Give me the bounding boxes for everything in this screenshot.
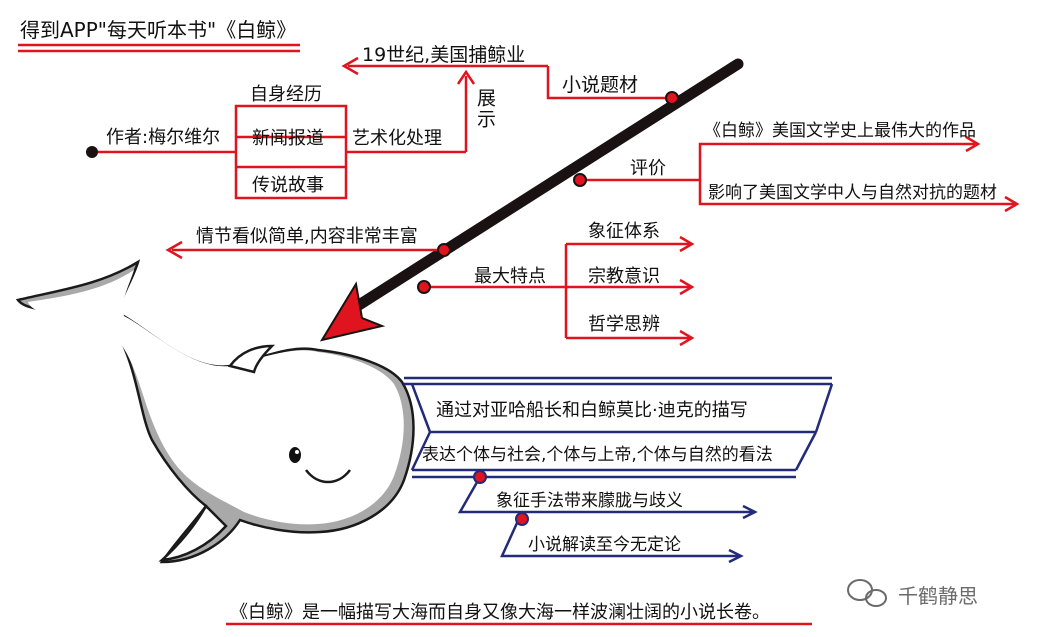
evaluation-label: 评价 (630, 158, 666, 179)
feature-item-2: 宗教意识 (588, 266, 660, 287)
show-label: 展示 (474, 88, 496, 130)
source-bottom-label: 传说故事 (252, 175, 324, 196)
wechat-icon (847, 579, 887, 607)
banner-bottom-text: 表达个体与社会,个体与上帝,个体与自然的看法 (422, 445, 773, 465)
banner-top-text: 通过对亚哈船长和白鲸莫比·迪克的描写 (436, 400, 748, 421)
subject-label: 小说题材 (562, 74, 639, 96)
evaluation-item-1: 《白鲸》美国文学史上最伟大的作品 (704, 121, 976, 141)
subject-target-label: 19世纪,美国捕鲸业 (362, 44, 526, 66)
evaluation-item-2: 影响了美国文学中人与自然对抗的题材 (708, 183, 997, 203)
watermark-text: 千鹤静思 (898, 584, 978, 608)
author-label: 作者:梅尔维尔 (106, 127, 221, 148)
central-pen-arrow (319, 58, 744, 342)
whale-note-2: 小说解读至今无定论 (528, 535, 681, 555)
features-label: 最大特点 (474, 266, 546, 287)
process-label: 艺术化处理 (352, 128, 442, 149)
source-middle-label: 新闻报道 (252, 128, 324, 149)
whale-note-1: 象征手法带来朦胧与歧义 (496, 491, 683, 511)
page-title: 得到APP"每天听本书"《白鲸》 (20, 18, 297, 42)
feature-item-3: 哲学思辨 (588, 314, 660, 335)
feature-item-1: 象征体系 (588, 221, 660, 242)
mind-map-canvas (15, 43, 1020, 626)
title-underline (18, 43, 300, 53)
source-top-label: 自身经历 (250, 84, 322, 105)
conclusion-text: 《白鲸》是一幅描写大海而自身又像大海一样波澜壮阔的小说长卷。 (230, 602, 770, 623)
plot-label: 情节看似简单,内容非常丰富 (196, 226, 418, 247)
